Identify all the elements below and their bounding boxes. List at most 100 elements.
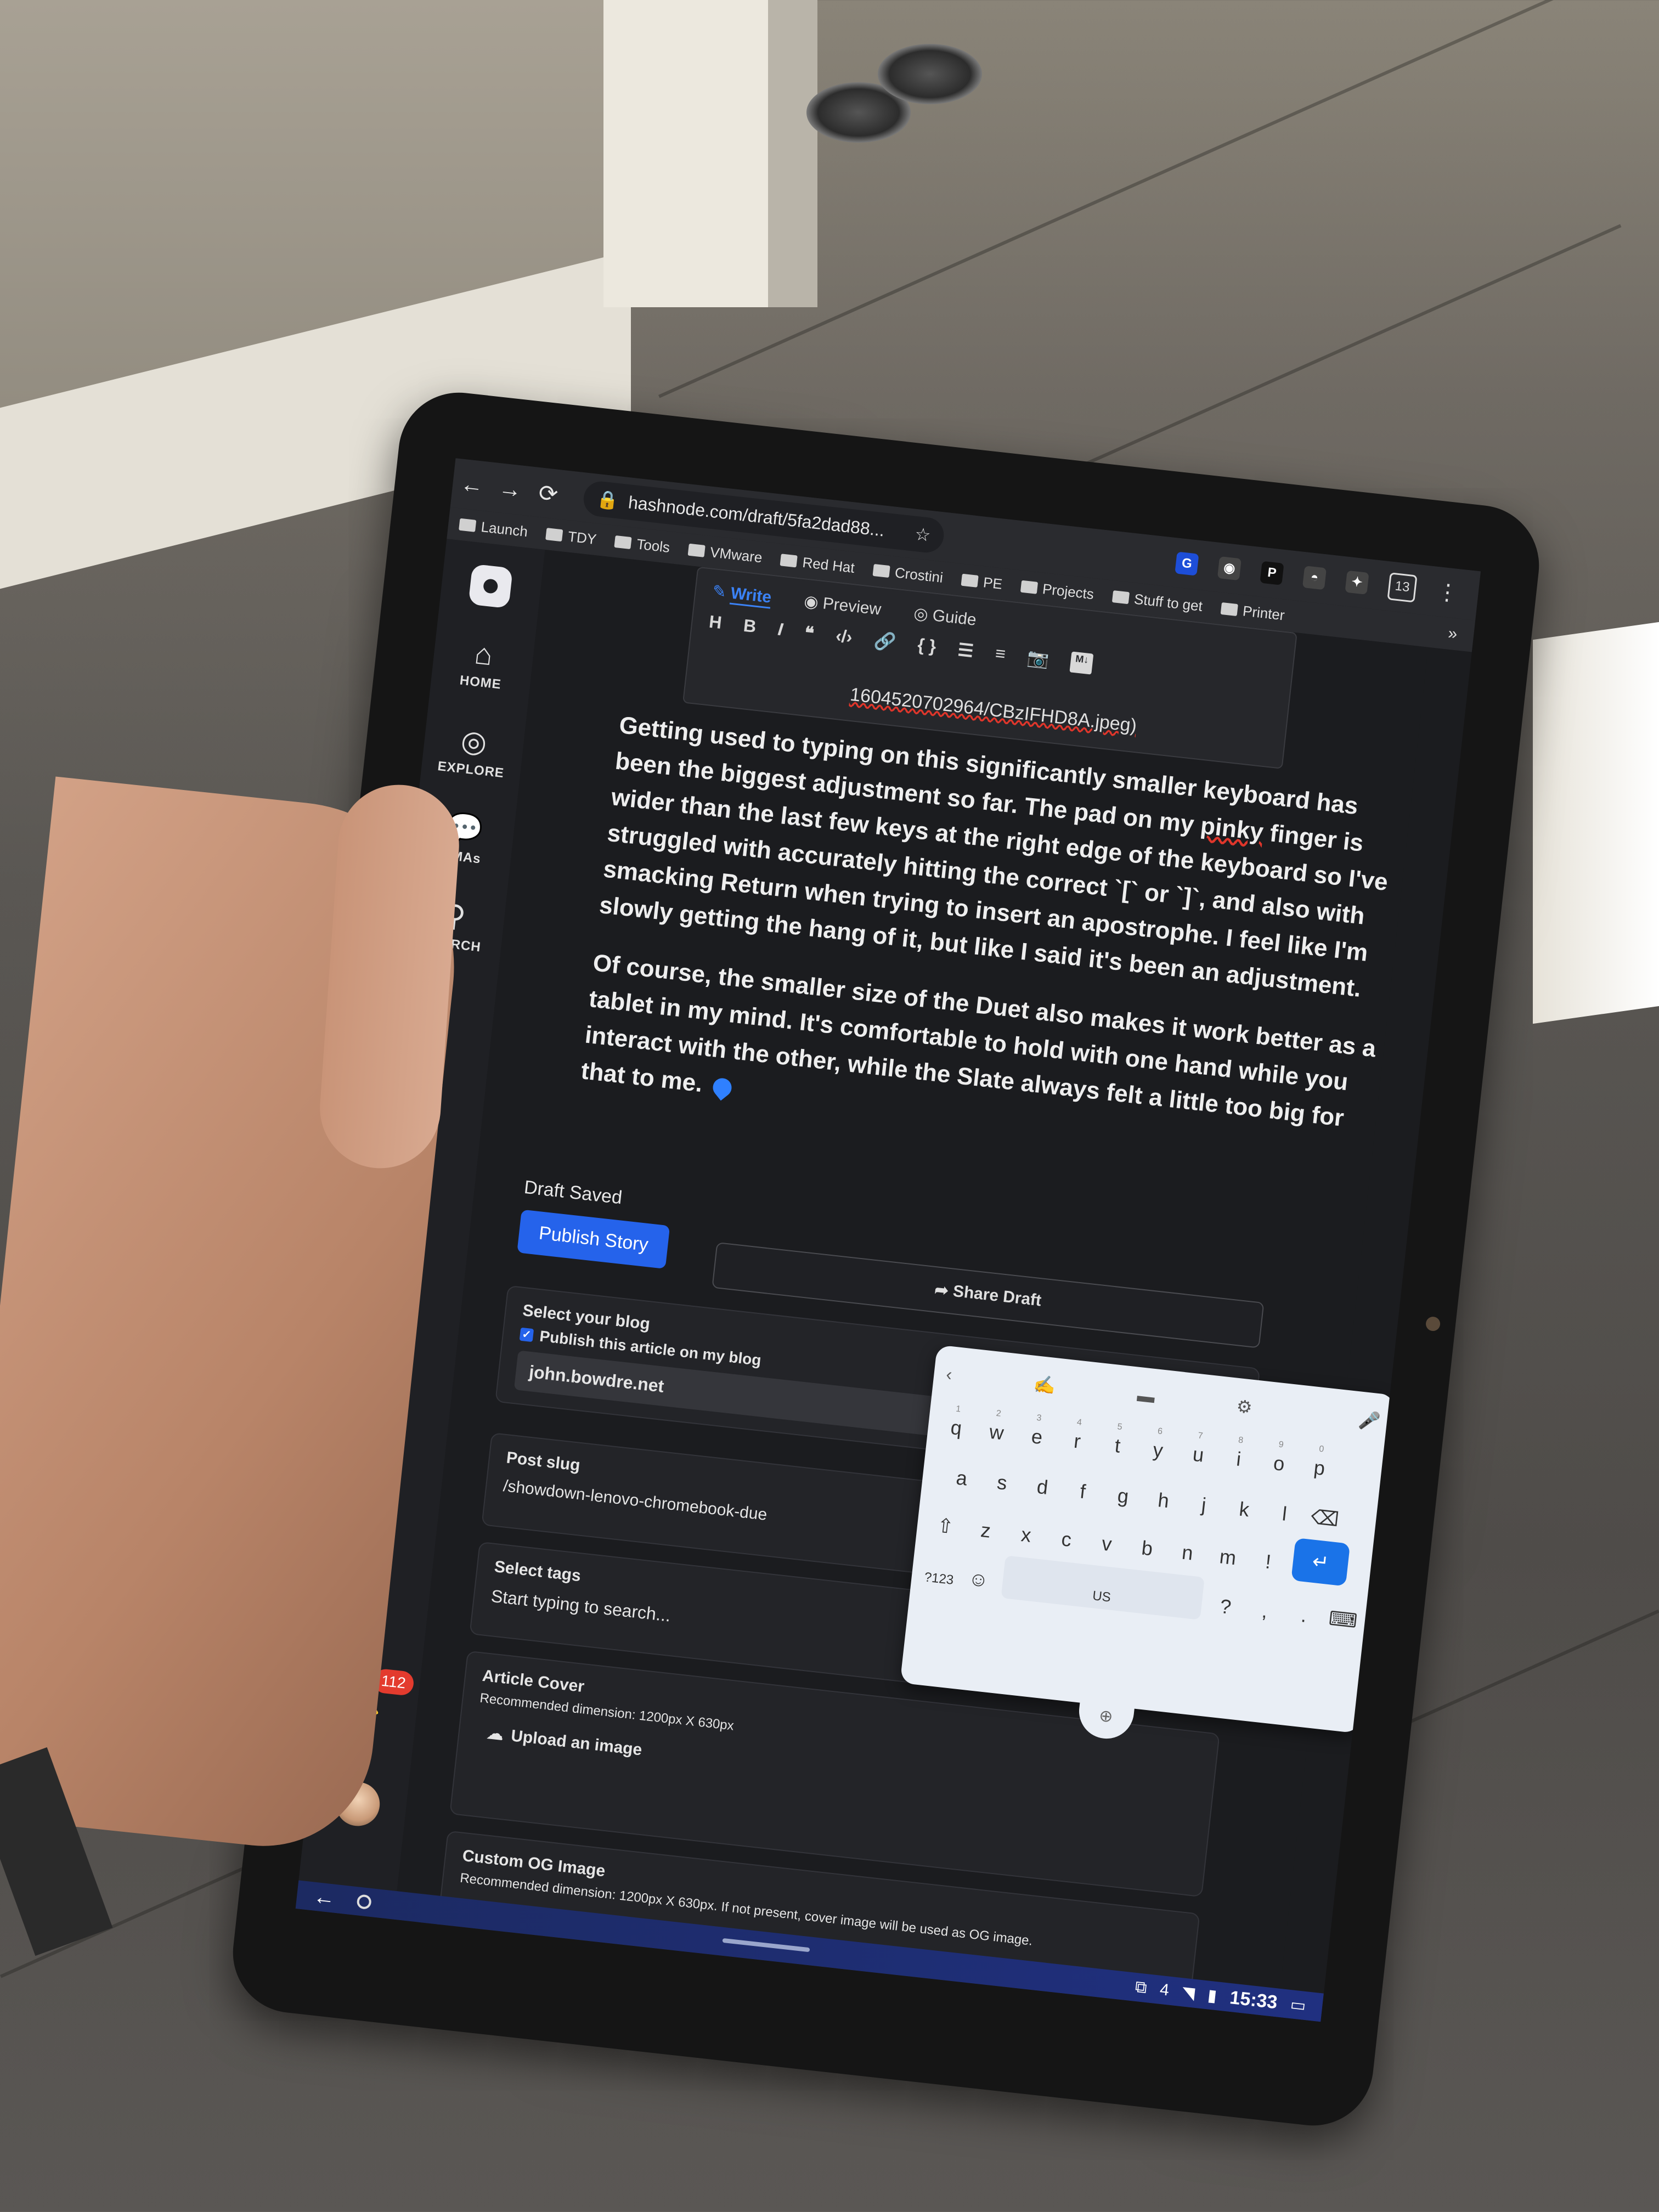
enter-key[interactable]: ↵ [1291,1538,1351,1587]
background-molding [1533,622,1659,1024]
status-tray[interactable]: ⧉ 4 ◥ ▮ 15:33 ▭ [1134,1976,1307,2016]
key[interactable]: x [1008,1506,1045,1553]
menu-icon[interactable]: ⋮ [1435,579,1460,606]
key[interactable]: g [1105,1468,1142,1514]
key[interactable]: l [1267,1486,1303,1532]
key[interactable]: k [1227,1481,1263,1527]
publish-panel: Draft Saved Publish Story ➦ Share Draft … [435,1173,1344,2022]
folder-icon [459,518,477,532]
bookmark-folder[interactable]: Crostini [872,561,944,586]
extension-icon[interactable]: P [1260,561,1284,585]
misspelled-word[interactable]: pinky [1199,812,1265,845]
back-gesture-icon[interactable]: ← [312,1884,337,1911]
microphone-icon[interactable]: 🎤 [1357,1409,1381,1432]
publish-story-button[interactable]: Publish Story [517,1209,670,1269]
key[interactable]: n [1170,1525,1206,1571]
gesture-bar[interactable] [722,1938,810,1953]
extension-icon[interactable]: ◉ [1217,556,1242,581]
background-door-frame [603,0,768,307]
key[interactable]: d [1025,1459,1061,1505]
folder-icon [780,554,798,568]
reload-icon[interactable]: ⟳ [528,478,569,509]
key[interactable]: 6y [1141,1422,1177,1468]
key[interactable]: c [1049,1511,1085,1557]
bookmark-folder[interactable]: Launch [459,516,529,540]
star-icon[interactable]: ☆ [914,523,932,546]
key[interactable]: s [985,1454,1021,1500]
quote-icon[interactable]: ❝ [803,622,815,644]
key[interactable]: a [944,1450,980,1496]
clipboard-icon[interactable]: ⧉ [1134,1978,1148,1997]
check-icon: ✓ [519,1327,534,1342]
overview-icon[interactable]: ▭ [1289,1995,1307,2016]
bookmark-folder[interactable]: Projects [1020,578,1094,603]
camera-icon[interactable]: 📷 [1026,647,1051,670]
key[interactable]: ? [1209,1578,1244,1624]
key[interactable]: , [1248,1583,1283,1629]
italic-icon[interactable]: I [777,619,784,641]
heading-icon[interactable]: H [708,612,723,634]
key[interactable]: 8i [1221,1431,1257,1477]
text-cursor-handle[interactable] [709,1074,736,1101]
clipboard-icon[interactable]: ▬ [1136,1385,1156,1407]
key[interactable]: 5t [1100,1417,1136,1463]
camera-icon [1425,1316,1441,1332]
launcher-icon[interactable] [356,1894,373,1910]
key[interactable]: 0p [1302,1440,1338,1486]
key[interactable]: f [1065,1463,1102,1509]
key[interactable]: b [1130,1520,1166,1566]
bookmark-folder[interactable]: Stuff to get [1111,588,1204,615]
shift-icon[interactable]: ⇧ [928,1498,964,1544]
symbols-key[interactable]: ?123 [922,1547,957,1593]
key[interactable]: 9o [1261,1435,1297,1481]
handwriting-icon[interactable]: ✍ [1032,1373,1057,1396]
tablet-device: ← → ⟳ 🔒 hashnode.com/draft/5fa2dad88... … [227,386,1545,2132]
bullet-list-icon[interactable]: ☰ [957,639,975,662]
key[interactable]: 3e [1019,1408,1056,1454]
backspace-icon[interactable]: ⌫ [1307,1490,1344,1536]
back-icon[interactable]: ← [452,470,493,500]
key[interactable]: 2w [979,1404,1015,1450]
article-body[interactable]: Getting used to typing on this significa… [577,707,1407,1198]
bookmark-folder[interactable]: TDY [545,526,597,548]
key[interactable]: 7u [1181,1426,1217,1472]
key[interactable]: z [968,1502,1005,1548]
key[interactable]: 1q [939,1400,975,1446]
emoji-icon[interactable]: ☺ [962,1551,997,1597]
extension-icon[interactable]: ◓ [1302,566,1327,590]
bookmark-folder[interactable]: Printer [1220,600,1285,624]
wifi-icon: ◥ [1181,1983,1196,2003]
folder-icon [687,543,706,557]
sidebar-item-home[interactable]: ⌂ HOME [431,631,535,696]
key[interactable]: v [1089,1515,1125,1561]
collapse-icon[interactable]: ‹ [945,1364,953,1385]
forward-icon[interactable]: → [489,474,531,504]
tab-count[interactable]: 13 [1387,572,1418,603]
key[interactable]: . [1287,1587,1322,1633]
link-icon[interactable]: 🔗 [873,630,897,653]
key[interactable]: j [1186,1476,1222,1522]
hashnode-logo[interactable] [468,563,514,609]
key[interactable]: ! [1251,1533,1287,1579]
folder-icon [1220,602,1238,617]
hide-keyboard-icon[interactable]: ⌨ [1326,1592,1361,1638]
background-door-shadow [768,0,817,307]
settings-icon[interactable]: ⚙ [1235,1396,1254,1418]
bold-icon[interactable]: B [742,616,757,637]
code-icon[interactable]: ‹/› [834,625,854,648]
key[interactable]: h [1146,1472,1182,1518]
bookmark-folder[interactable]: Red Hat [780,551,855,577]
key[interactable]: 4r [1060,1413,1096,1459]
bookmarks-overflow[interactable]: » [1447,624,1475,646]
numbered-list-icon[interactable]: ≡ [994,643,1007,665]
share-icon: ➦ [934,1280,954,1301]
bookmark-folder[interactable]: VMware [687,541,763,566]
code-block-icon[interactable]: { } [916,635,938,657]
bookmark-folder[interactable]: PE [961,571,1003,592]
puzzle-icon[interactable]: ✦ [1345,570,1369,595]
bookmark-folder[interactable]: Tools [614,533,671,556]
key[interactable]: m [1210,1529,1246,1575]
markdown-icon[interactable]: M↓ [1069,651,1094,675]
sidebar-item-explore[interactable]: ◎ EXPLORE [421,719,525,783]
extension-icon[interactable]: G [1175,551,1199,576]
